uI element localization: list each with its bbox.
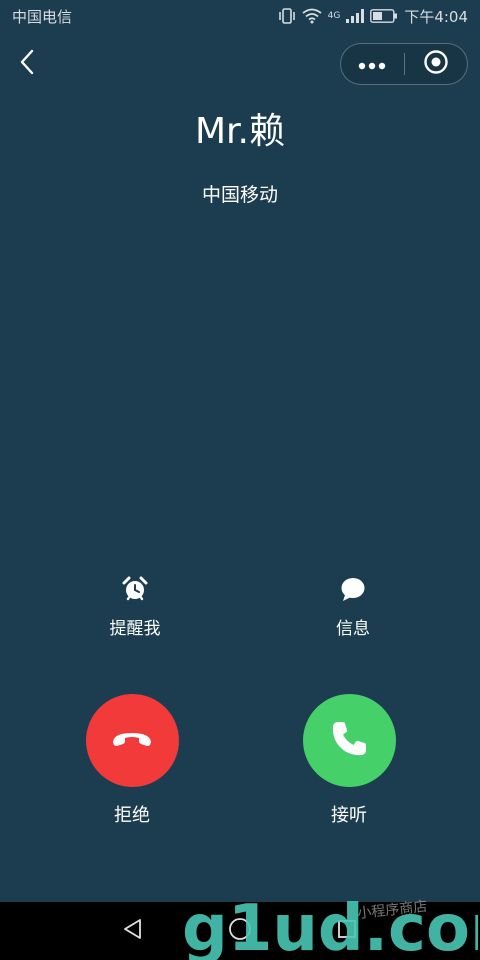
wifi-icon (302, 8, 322, 24)
signal-icon (346, 9, 365, 23)
triangle-back-icon (122, 918, 144, 944)
incoming-call-screen: 中国电信 4G 下午4:04 Mr.赖 中国移动 提醒我 信息 拒绝 接听 g1… (0, 0, 480, 960)
decline-label: 拒绝 (114, 805, 150, 826)
carrier-text: 中国电信 (12, 7, 73, 26)
nav-home-button[interactable] (220, 911, 260, 951)
close-miniprogram-button[interactable] (405, 44, 468, 84)
nav-recents-button[interactable] (327, 911, 367, 951)
chat-bubble-icon (338, 574, 368, 604)
square-recents-icon (336, 918, 358, 944)
accept-action: 接听 (279, 694, 419, 827)
caller-name: Mr.赖 (194, 111, 285, 152)
hang-up-icon (110, 729, 154, 753)
message-label: 信息 (336, 619, 370, 639)
accept-button[interactable] (302, 694, 396, 787)
decline-action: 拒绝 (62, 694, 202, 827)
accept-label: 接听 (331, 805, 367, 826)
status-icons: 4G 下午4:04 (278, 6, 468, 27)
battery-icon (370, 9, 398, 23)
network-type-icon: 4G (327, 10, 341, 21)
more-dots-icon (358, 55, 386, 74)
caller-carrier: 中国移动 (201, 184, 278, 206)
vibrate-icon (278, 8, 296, 24)
navigation-bar (0, 902, 480, 960)
menu-capsule (340, 43, 468, 85)
remind-me-label: 提醒我 (109, 619, 161, 639)
nav-back-button[interactable] (113, 911, 153, 951)
message-button[interactable]: 信息 (293, 574, 413, 639)
back-button[interactable] (10, 46, 44, 82)
more-button[interactable] (341, 44, 404, 84)
circle-home-icon (228, 917, 252, 945)
alarm-clock-icon (120, 574, 150, 604)
status-bar: 中国电信 4G 下午4:04 (0, 0, 480, 32)
phone-icon (329, 719, 369, 763)
remind-me-button[interactable]: 提醒我 (75, 574, 195, 639)
chevron-left-icon (19, 49, 35, 79)
time-text: 下午4:04 (404, 7, 468, 26)
record-circle-icon (423, 49, 449, 79)
decline-button[interactable] (85, 694, 179, 787)
